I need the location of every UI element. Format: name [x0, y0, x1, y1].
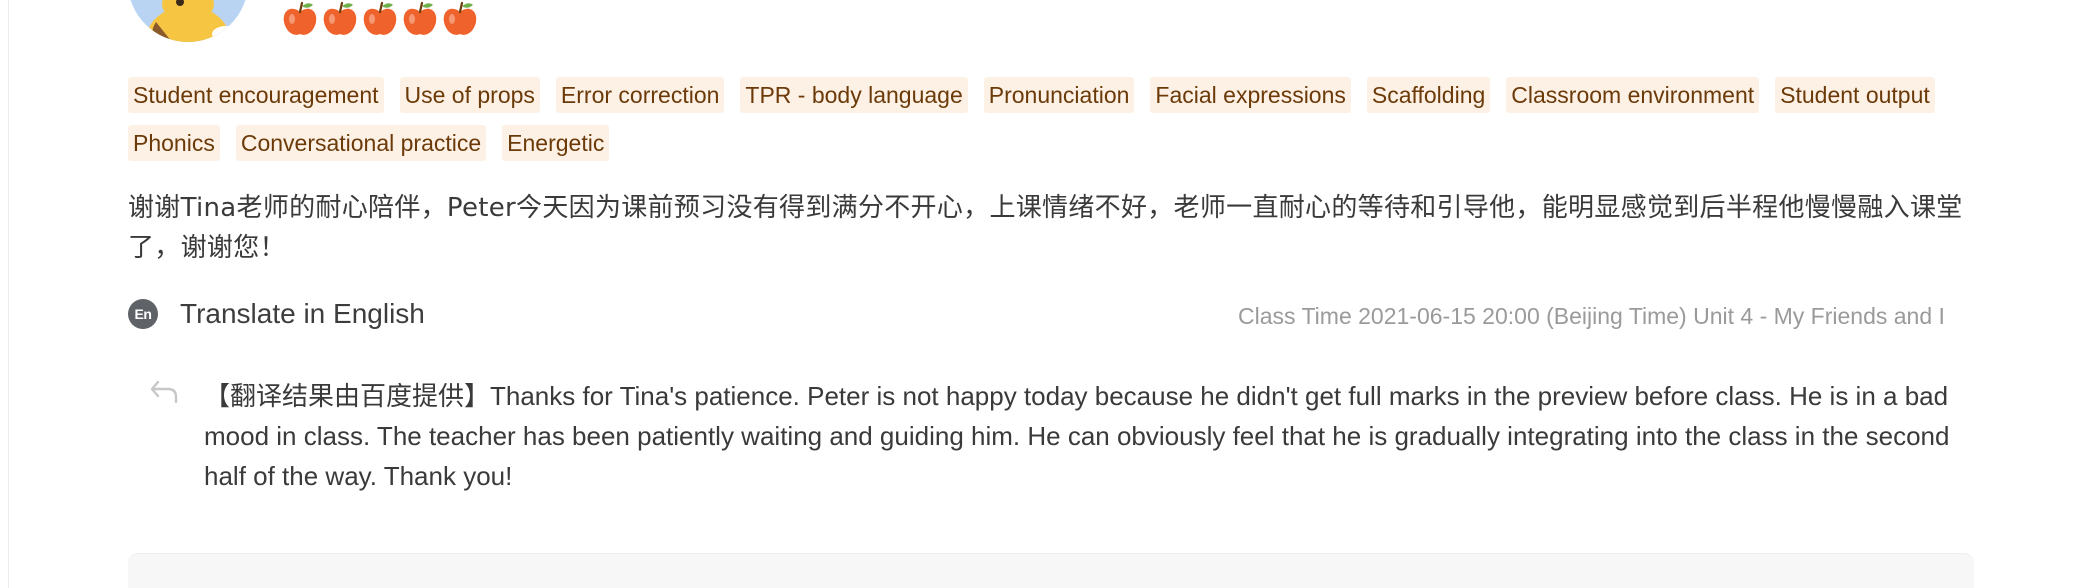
- feedback-tag: Energetic: [502, 125, 610, 161]
- feedback-tag: TPR - body language: [740, 77, 968, 113]
- reply-icon: [150, 380, 178, 404]
- next-section-panel: [128, 553, 1974, 588]
- feedback-tag: Pronunciation: [983, 77, 1135, 113]
- apple-icon: [363, 1, 397, 35]
- feedback-tag: Classroom environment: [1506, 77, 1760, 113]
- apple-icon: [283, 1, 317, 35]
- review-card: Student encouragement Use of props Error c…: [0, 0, 2074, 588]
- divider: [8, 0, 9, 588]
- class-time-info: Class Time 2021-06-15 20:00 (Beijing Tim…: [1238, 303, 1945, 329]
- avatar: [128, 0, 248, 42]
- english-icon: En: [128, 299, 158, 329]
- feedback-tag: Use of props: [399, 77, 540, 113]
- feedback-tag: Student output: [1775, 77, 1935, 113]
- tag-list: Student encouragement Use of props Error c…: [128, 77, 2028, 161]
- translate-toggle[interactable]: En Translate in English: [128, 298, 425, 330]
- star-rating: [280, 0, 480, 38]
- feedback-tag: Student encouragement: [128, 77, 384, 113]
- feedback-tag: Error correction: [555, 77, 725, 113]
- apple-icon: [443, 1, 477, 35]
- translate-button[interactable]: Translate in English: [180, 298, 425, 330]
- apple-icon: [403, 1, 437, 35]
- parent-comment: 谢谢Tina老师的耐心陪伴，Peter今天因为课前预习没有得到满分不开心，上课情…: [128, 193, 1963, 263]
- feedback-tag: Facial expressions: [1150, 77, 1351, 113]
- avatar-illustration: [128, 0, 248, 42]
- feedback-tag: Scaffolding: [1366, 77, 1491, 113]
- apple-icon: [323, 1, 357, 35]
- feedback-tag: Conversational practice: [235, 125, 487, 161]
- feedback-tag: Phonics: [128, 125, 220, 161]
- translated-comment: 【翻译结果由百度提供】Thanks for Tina's patience. P…: [204, 381, 1950, 491]
